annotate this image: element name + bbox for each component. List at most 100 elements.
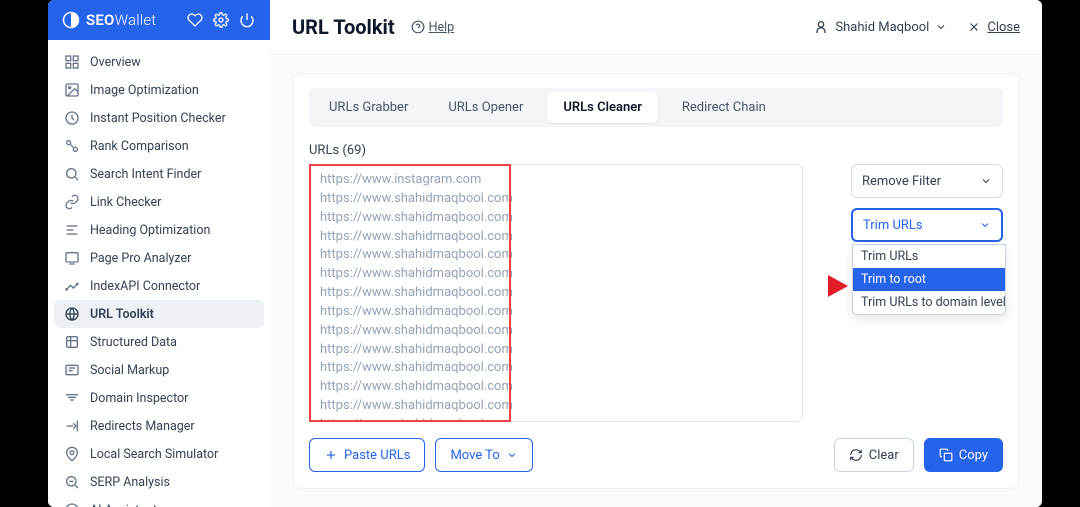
sidebar-item-social-markup[interactable]: Social Markup (54, 356, 264, 384)
sidebar: SEOWallet Overview Image Optimization Inst… (48, 0, 270, 507)
heart-icon[interactable] (186, 11, 204, 29)
sidebar-item-label: Page Pro Analyzer (90, 251, 191, 266)
sidebar-item-icon (64, 278, 80, 294)
sidebar-item-label: Domain Inspector (90, 391, 188, 406)
tabs: URLs Grabber URLs Opener URLs Cleaner Redir… (309, 88, 1003, 127)
urls-textarea[interactable] (309, 164, 803, 422)
page-title: URL Toolkit (292, 15, 395, 39)
chevron-down-icon (979, 219, 991, 231)
sidebar-item-label: Search Intent Finder (90, 167, 201, 182)
sidebar-item-label: Structured Data (90, 335, 177, 350)
sidebar-header: SEOWallet (48, 0, 270, 40)
sidebar-item-link-checker[interactable]: Link Checker (54, 188, 264, 216)
sidebar-item-label: Instant Position Checker (90, 111, 226, 126)
sidebar-item-label: AI Assistant (90, 503, 157, 507)
tab-urls-grabber[interactable]: URLs Grabber (313, 92, 424, 123)
refresh-icon (849, 448, 863, 462)
sidebar-item-icon (64, 362, 80, 378)
sidebar-item-label: Redirects Manager (90, 419, 195, 434)
sidebar-item-label: Rank Comparison (90, 139, 189, 154)
sidebar-item-label: Social Markup (90, 363, 169, 378)
tab-urls-cleaner[interactable]: URLs Cleaner (547, 92, 658, 123)
sidebar-item-label: IndexAPI Connector (90, 279, 200, 294)
sidebar-item-icon (64, 474, 80, 490)
clear-button[interactable]: Clear (834, 438, 914, 472)
sidebar-item-page-pro-analyzer[interactable]: Page Pro Analyzer (54, 244, 264, 272)
copy-label: Copy (959, 448, 988, 463)
user-name: Shahid Maqbool (835, 20, 929, 35)
sidebar-item-instant-position-checker[interactable]: Instant Position Checker (54, 104, 264, 132)
power-icon[interactable] (238, 11, 256, 29)
trim-option-trim-urls[interactable]: Trim URLs (853, 245, 1005, 268)
close-label: Close (987, 20, 1020, 35)
clear-label: Clear (869, 448, 899, 463)
remove-filter-select[interactable]: Remove Filter (851, 164, 1003, 198)
plus-icon (324, 448, 338, 462)
gear-icon[interactable] (212, 11, 230, 29)
logo[interactable]: SEOWallet (62, 11, 178, 29)
trim-option-trim-to-root[interactable]: Trim to root (853, 268, 1005, 291)
sidebar-item-label: URL Toolkit (90, 307, 154, 322)
sidebar-list: Overview Image Optimization Instant Positi… (48, 40, 270, 507)
card: URLs Grabber URLs Opener URLs Cleaner Redir… (292, 73, 1020, 489)
sidebar-item-overview[interactable]: Overview (54, 48, 264, 76)
close-icon (967, 20, 981, 34)
paste-urls-button[interactable]: Paste URLs (309, 438, 425, 472)
sidebar-item-local-search-simulator[interactable]: Local Search Simulator (54, 440, 264, 468)
sidebar-item-label: Overview (90, 55, 141, 70)
sidebar-item-icon (64, 250, 80, 266)
urls-textarea-wrap (309, 164, 803, 426)
help-icon (411, 20, 425, 34)
sidebar-item-rank-comparison[interactable]: Rank Comparison (54, 132, 264, 160)
main: URL Toolkit Help Shahid Maqbool Close UR… (270, 0, 1042, 507)
sidebar-item-search-intent-finder[interactable]: Search Intent Finder (54, 160, 264, 188)
sidebar-item-icon (64, 390, 80, 406)
sidebar-item-icon (64, 82, 80, 98)
sidebar-item-structured-data[interactable]: Structured Data (54, 328, 264, 356)
trim-option-trim-urls-to-domain-level[interactable]: Trim URLs to domain level (853, 291, 1005, 314)
move-to-button[interactable]: Move To (435, 438, 532, 472)
user-menu[interactable]: Shahid Maqbool (813, 19, 947, 35)
trim-urls-select[interactable]: Trim URLs Trim URLsTrim to rootTrim URLs… (851, 208, 1003, 242)
topbar: URL Toolkit Help Shahid Maqbool Close (270, 0, 1042, 55)
sidebar-item-ai-assistant[interactable]: AI Assistant (54, 496, 264, 507)
sidebar-item-icon (64, 110, 80, 126)
sidebar-item-domain-inspector[interactable]: Domain Inspector (54, 384, 264, 412)
sidebar-item-label: Link Checker (90, 195, 161, 210)
tab-redirect-chain[interactable]: Redirect Chain (666, 92, 782, 123)
trim-urls-dropdown: Trim URLsTrim to rootTrim URLs to domain… (852, 244, 1006, 315)
sidebar-item-icon (64, 54, 80, 70)
sidebar-item-icon (64, 222, 80, 238)
urls-count-label: URLs (69) (309, 143, 1003, 158)
sidebar-item-image-optimization[interactable]: Image Optimization (54, 76, 264, 104)
sidebar-item-icon (64, 334, 80, 350)
logo-icon (62, 11, 80, 29)
sidebar-item-icon (64, 446, 80, 462)
tab-urls-opener[interactable]: URLs Opener (432, 92, 539, 123)
sidebar-item-url-toolkit[interactable]: URL Toolkit (54, 300, 264, 328)
copy-button[interactable]: Copy (924, 438, 1003, 472)
remove-filter-label: Remove Filter (862, 174, 941, 189)
help-link[interactable]: Help (411, 20, 455, 35)
sidebar-item-icon (64, 306, 80, 322)
button-row: Paste URLs Move To Clear Copy (309, 438, 1003, 472)
trim-urls-label: Trim URLs (863, 218, 923, 233)
sidebar-item-indexapi-connector[interactable]: IndexAPI Connector (54, 272, 264, 300)
sidebar-item-heading-optimization[interactable]: Heading Optimization (54, 216, 264, 244)
sidebar-item-serp-analysis[interactable]: SERP Analysis (54, 468, 264, 496)
chevron-down-icon (506, 449, 518, 461)
sidebar-item-icon (64, 138, 80, 154)
sidebar-item-icon (64, 418, 80, 434)
sidebar-item-redirects-manager[interactable]: Redirects Manager (54, 412, 264, 440)
paste-urls-label: Paste URLs (344, 448, 410, 463)
chevron-down-icon (980, 175, 992, 187)
close-button[interactable]: Close (967, 20, 1020, 35)
sidebar-item-label: SERP Analysis (90, 475, 170, 490)
user-icon (813, 19, 829, 35)
sidebar-item-label: Heading Optimization (90, 223, 210, 238)
sidebar-item-label: Image Optimization (90, 83, 199, 98)
sidebar-item-icon (64, 166, 80, 182)
sidebar-item-icon (64, 502, 80, 507)
chevron-down-icon (935, 21, 947, 33)
copy-icon (939, 448, 953, 462)
